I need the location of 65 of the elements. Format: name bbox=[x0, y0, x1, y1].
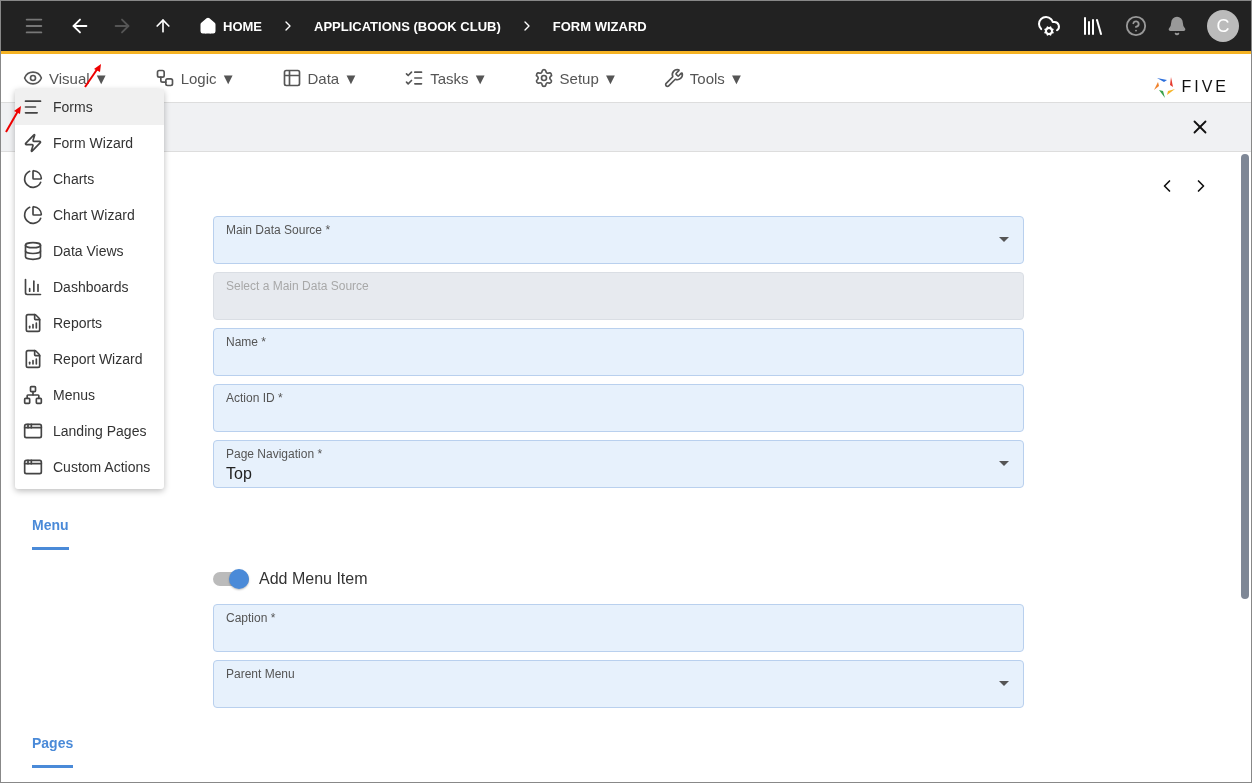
annotation-arrow bbox=[4, 105, 24, 133]
report-icon bbox=[23, 313, 43, 333]
home-icon bbox=[199, 17, 217, 35]
menu-item[interactable]: Tasks ▼ bbox=[404, 68, 488, 88]
caret-icon bbox=[999, 237, 1009, 242]
field-label: Action ID * bbox=[226, 391, 284, 405]
dropdown-item[interactable]: Forms bbox=[15, 89, 164, 125]
select-field[interactable]: Parent Menu bbox=[213, 660, 1024, 708]
breadcrumb[interactable]: HOME bbox=[199, 17, 262, 35]
eye-icon bbox=[23, 68, 43, 88]
dropdown-item[interactable]: Form Wizard bbox=[15, 125, 164, 161]
dropdown-item[interactable]: Custom Actions bbox=[15, 449, 164, 485]
bell-icon[interactable] bbox=[1167, 16, 1187, 36]
pie-chart-icon bbox=[23, 169, 43, 189]
dropdown-item[interactable]: Charts bbox=[15, 161, 164, 197]
hierarchy-icon bbox=[23, 385, 43, 405]
field-placeholder: Select a Main Data Source bbox=[226, 279, 370, 293]
menu-item[interactable]: Tools ▼ bbox=[663, 68, 744, 88]
section-tab[interactable]: Pages bbox=[32, 735, 74, 768]
pie-chart-icon bbox=[23, 205, 43, 225]
breadcrumb[interactable]: FORM WIZARD bbox=[552, 18, 647, 34]
scrollbar[interactable] bbox=[1241, 154, 1249, 599]
dropdown-item[interactable]: Dashboards bbox=[15, 269, 164, 305]
checklist-icon bbox=[404, 68, 425, 88]
dropdown-item[interactable]: Reports bbox=[15, 305, 164, 341]
toggle-switch[interactable] bbox=[213, 572, 249, 586]
field-label: Page Navigation * bbox=[226, 447, 324, 461]
input-field[interactable]: Name * bbox=[213, 328, 1024, 376]
help-icon[interactable] bbox=[1125, 15, 1147, 37]
dropdown-item[interactable]: Landing Pages bbox=[15, 413, 164, 449]
window-icon bbox=[23, 421, 43, 441]
table-icon bbox=[281, 68, 302, 88]
report-icon bbox=[23, 349, 43, 369]
breadcrumb[interactable]: APPLICATIONS (BOOK CLUB) bbox=[314, 18, 501, 34]
dropdown-item[interactable]: Chart Wizard bbox=[15, 197, 164, 233]
field-label: Caption * bbox=[226, 611, 277, 625]
dropdown-item[interactable]: Menus bbox=[15, 377, 164, 413]
books-icon[interactable] bbox=[1081, 14, 1105, 38]
input-field[interactable]: Caption * bbox=[213, 604, 1024, 652]
select-field[interactable]: Main Data Source * bbox=[213, 216, 1024, 264]
gear-icon bbox=[533, 68, 554, 88]
select-field[interactable]: Page Navigation * Top bbox=[213, 440, 1024, 488]
field-label: Name * bbox=[226, 335, 267, 349]
menu-item[interactable]: Visual ▼ bbox=[23, 68, 109, 88]
dropdown-item[interactable]: Data Views bbox=[15, 233, 164, 269]
database-icon bbox=[23, 241, 43, 261]
dropdown-item[interactable]: Report Wizard bbox=[15, 341, 164, 377]
caret-icon bbox=[999, 461, 1009, 466]
menu-item[interactable]: Data ▼ bbox=[281, 68, 359, 88]
field-label: Parent Menu bbox=[226, 667, 296, 681]
toggle-label: Add Menu Item bbox=[259, 570, 368, 588]
menu-item[interactable]: Setup ▼ bbox=[533, 68, 618, 88]
workflow-icon bbox=[154, 68, 175, 88]
section-tab[interactable]: Menu bbox=[32, 517, 69, 550]
five-logo: FIVE bbox=[1153, 75, 1229, 99]
input-field[interactable]: Action ID * bbox=[213, 384, 1024, 432]
bar-chart-icon bbox=[23, 277, 43, 297]
caret-icon bbox=[999, 681, 1009, 686]
menu-item[interactable]: Logic ▼ bbox=[154, 68, 236, 88]
field-value: Top bbox=[226, 465, 253, 483]
window-icon bbox=[23, 457, 43, 477]
lines-icon bbox=[23, 97, 43, 117]
wrench-icon bbox=[663, 68, 684, 88]
field-label: Main Data Source * bbox=[226, 223, 332, 237]
lightning-icon bbox=[23, 133, 43, 153]
